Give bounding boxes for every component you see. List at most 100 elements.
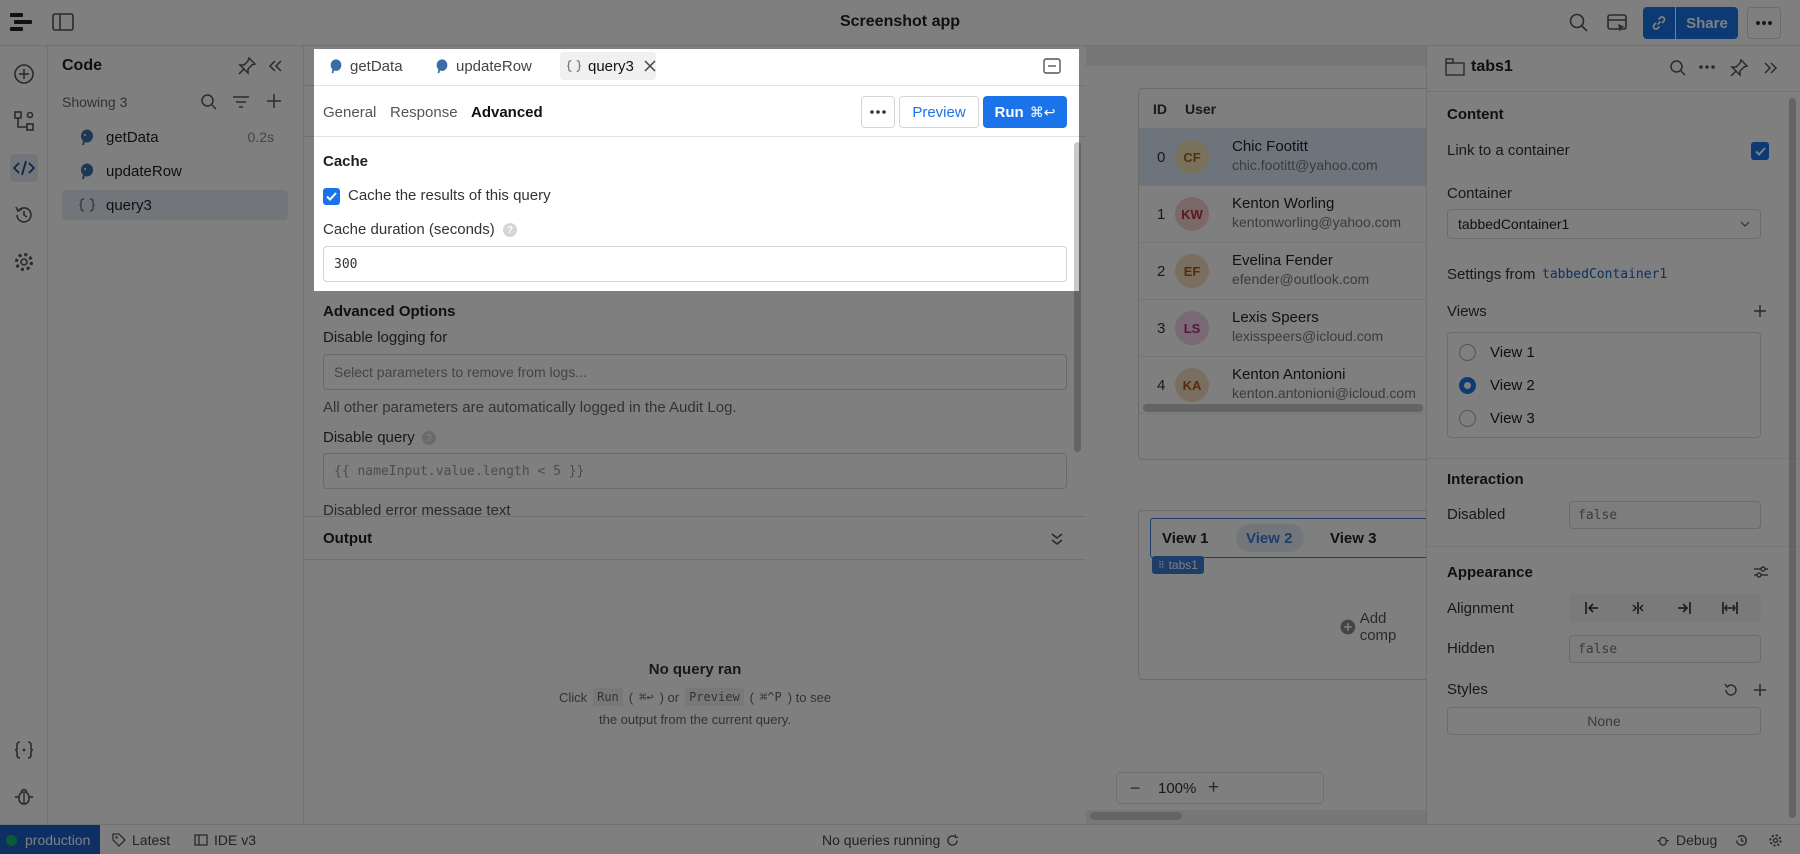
more-options-button[interactable] (1747, 7, 1781, 39)
column-header-id[interactable]: ID (1153, 101, 1167, 117)
hidden-label: Hidden (1447, 640, 1495, 657)
environment-badge[interactable]: production (0, 825, 100, 854)
close-tab-icon[interactable] (644, 60, 656, 72)
query-item-updaterow[interactable]: updateRow (62, 156, 288, 186)
retool-logo-icon[interactable] (10, 12, 36, 34)
tab-getdata[interactable]: getData (328, 46, 403, 86)
settings-gear-icon[interactable] (10, 248, 38, 276)
reset-styles-icon[interactable] (1723, 682, 1739, 698)
hidden-input[interactable]: false (1569, 635, 1761, 663)
tab-updaterow[interactable]: updateRow (434, 46, 532, 86)
add-component-icon[interactable] (10, 60, 38, 88)
settings-from-link[interactable]: tabbedContainer1 (1542, 267, 1667, 282)
radio-button-selected[interactable] (1459, 377, 1476, 394)
debug-bug-icon[interactable] (10, 782, 38, 810)
subtab-advanced[interactable]: Advanced (471, 104, 543, 121)
radio-button[interactable] (1459, 344, 1476, 361)
query-status-label: No queries running (822, 832, 941, 848)
editor-scrollbar[interactable] (1074, 142, 1081, 452)
app-title: Screenshot app (839, 13, 961, 30)
minimize-editor-icon[interactable] (1043, 58, 1061, 74)
disable-logging-select[interactable]: Select parameters to remove from logs... (323, 354, 1067, 390)
interaction-section-title[interactable]: Interaction (1447, 471, 1524, 488)
code-icon[interactable] (10, 154, 38, 182)
pin-icon[interactable] (237, 56, 257, 76)
radio-button[interactable] (1459, 410, 1476, 427)
query-item-getdata[interactable]: getData 0.2s (62, 122, 288, 152)
inspector-scrollbar[interactable] (1789, 98, 1796, 818)
add-view-icon[interactable] (1753, 304, 1767, 318)
canvas-h-scrollbar[interactable] (1090, 812, 1182, 820)
canvas-tab-view1[interactable]: View 1 (1162, 530, 1208, 547)
search-icon[interactable] (1669, 59, 1687, 77)
add-style-icon[interactable] (1753, 683, 1767, 697)
view-option-1[interactable]: View 1 (1459, 344, 1535, 361)
cell-id: 3 (1157, 319, 1166, 337)
postgres-icon (436, 59, 448, 74)
component-tree-icon[interactable] (10, 107, 38, 135)
help-icon[interactable]: ? (503, 223, 517, 237)
run-button[interactable]: Run ⌘↩ (983, 96, 1067, 128)
history-icon[interactable] (1734, 833, 1749, 848)
inspector-title[interactable]: tabs1 (1471, 58, 1513, 76)
view-option-2[interactable]: View 2 (1459, 377, 1535, 394)
preview-button[interactable]: Preview (899, 96, 979, 128)
debug-button[interactable]: Debug (1656, 825, 1717, 854)
query-status[interactable]: No queries running (822, 825, 959, 854)
canvas-tab-view3[interactable]: View 3 (1330, 530, 1376, 547)
js-query-icon (567, 60, 581, 72)
history-icon[interactable] (10, 201, 38, 229)
tab-query3-content[interactable]: query3 (566, 46, 656, 86)
output-header[interactable] (304, 516, 1086, 560)
align-right-icon[interactable] (1661, 593, 1707, 623)
share-button[interactable]: Share (1676, 7, 1738, 39)
align-center-icon[interactable] (1615, 593, 1661, 623)
table-row[interactable]: 2 EF Evelina Fender efender@outlook.com (1139, 243, 1426, 300)
container-select[interactable]: tabbedContainer1 (1447, 209, 1761, 239)
preview-app-icon[interactable] (1606, 12, 1628, 34)
copy-link-button[interactable] (1643, 7, 1675, 39)
style-settings-icon[interactable] (1753, 564, 1769, 580)
align-left-icon[interactable] (1569, 593, 1615, 623)
collapse-panel-icon[interactable] (267, 58, 283, 74)
table-row[interactable]: 3 LS Lexis Speers lexisspeers@icloud.com (1139, 300, 1426, 357)
component-tag[interactable]: ⠿ tabs1 (1152, 556, 1204, 574)
expand-output-icon[interactable] (1050, 532, 1064, 546)
query-item-query3[interactable]: query3 (62, 190, 288, 220)
content-section-title[interactable]: Content (1447, 106, 1504, 123)
table-row[interactable]: 1 KW Kenton Worling kentonworling@yahoo.com (1139, 186, 1426, 243)
search-icon[interactable] (1568, 12, 1590, 34)
disable-query-input[interactable]: {{ nameInput.value.length < 5 }} (323, 453, 1067, 489)
table-row[interactable]: 0 CF Chic Footitt chic.footitt@yahoo.com (1139, 129, 1426, 186)
more-horizontal-icon[interactable] (1699, 65, 1715, 69)
filter-icon[interactable] (232, 94, 250, 110)
table-h-scrollbar[interactable] (1143, 404, 1423, 412)
zoom-in-button[interactable]: + (1208, 777, 1219, 799)
users-table[interactable]: ID User 0 CF Chic Footitt chic.footitt@yaho… (1138, 88, 1426, 460)
link-container-checkbox[interactable] (1751, 142, 1769, 160)
help-icon[interactable]: ? (422, 431, 436, 445)
canvas-tab-view2[interactable]: View 2 (1246, 530, 1292, 547)
settings-gear-icon[interactable] (1768, 833, 1783, 848)
subtab-response[interactable]: Response (390, 104, 458, 121)
styles-select[interactable]: None (1447, 707, 1761, 735)
disabled-input[interactable]: false (1569, 501, 1761, 529)
collapse-right-icon[interactable] (1763, 60, 1779, 76)
appearance-section-title[interactable]: Appearance (1447, 564, 1533, 581)
ide-version[interactable]: IDE v3 (194, 825, 256, 854)
query-more-button[interactable] (861, 96, 895, 128)
subtab-general[interactable]: General (323, 104, 376, 121)
zoom-out-button[interactable]: − (1130, 778, 1141, 799)
toggle-sidebar-icon[interactable] (52, 12, 74, 32)
add-query-icon[interactable] (266, 93, 282, 109)
align-justify-icon[interactable] (1707, 593, 1753, 623)
pin-icon[interactable] (1729, 58, 1749, 78)
column-header-user[interactable]: User (1185, 101, 1216, 117)
release-latest[interactable]: Latest (112, 825, 170, 854)
cache-checkbox[interactable] (323, 188, 340, 205)
view-option-3[interactable]: View 3 (1459, 410, 1535, 427)
state-braces-icon[interactable] (10, 736, 38, 764)
cache-duration-input[interactable]: 300 (323, 246, 1067, 282)
search-queries-icon[interactable] (200, 93, 218, 111)
add-component-button[interactable]: Add comp (1340, 610, 1426, 644)
